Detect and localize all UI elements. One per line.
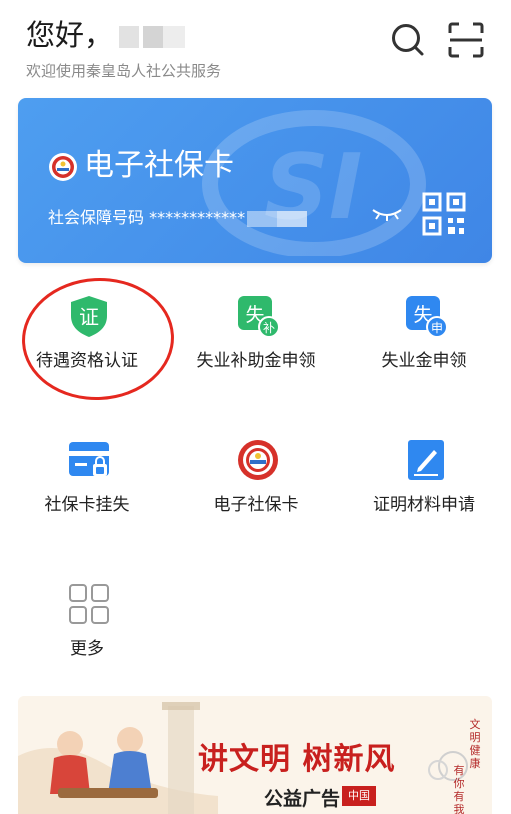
card-number-blur: [247, 210, 308, 227]
card-title: 电子社保卡: [84, 148, 234, 183]
card-lock-icon: [69, 442, 109, 476]
service-unemployment-benefit[interactable]: 失 申 失业金申领: [339, 294, 509, 404]
social-security-logo-icon: [49, 153, 77, 181]
header: 您好， 欢迎使用秦皇岛人社公共服务: [0, 0, 511, 90]
masked-username: [119, 26, 186, 48]
banner-vertical-text-2: 有你有我: [453, 764, 465, 814]
public-service-banner[interactable]: 讲文明 树新风 公益广告 中国 文明健康 有你有我: [18, 696, 492, 814]
si-watermark-icon: SI: [202, 110, 426, 256]
banner-slogan: 讲文明 树新风: [198, 742, 396, 777]
card-number: 社会保障号码 ************: [48, 204, 308, 228]
greeting-text: 您好，: [26, 18, 114, 52]
banner-china-mark: 中国: [342, 786, 376, 806]
welcome-subtitle: 欢迎使用秦皇岛人社公共服务: [26, 62, 222, 80]
scan-icon[interactable]: [446, 20, 486, 60]
subsidy-badge-text: 补: [263, 321, 275, 335]
qr-code-icon[interactable]: [422, 192, 466, 236]
service-label: 证明材料申请: [373, 495, 475, 515]
service-label: 电子社保卡: [213, 495, 299, 515]
banner-subtitle: 公益广告: [264, 788, 341, 810]
service-card-report-loss[interactable]: 社保卡挂失: [2, 438, 172, 548]
service-more[interactable]: 更多: [2, 582, 172, 692]
service-unemployment-subsidy[interactable]: 失 补 失业补助金申领: [171, 294, 341, 404]
service-certificate-request[interactable]: 证明材料申请: [339, 438, 509, 548]
service-label: 失业补助金申领: [196, 351, 316, 371]
unemployment-subsidy-icon: 失 补: [238, 296, 280, 338]
greeting: 您好，: [26, 16, 186, 54]
unemployment-benefit-icon: 失 申: [406, 296, 448, 338]
search-icon[interactable]: [388, 20, 428, 60]
service-electronic-card[interactable]: 电子社保卡: [171, 438, 341, 548]
card-number-masked: ************: [149, 208, 246, 227]
service-label: 失业金申领: [381, 351, 467, 371]
service-label: 社保卡挂失: [44, 495, 130, 515]
edit-document-icon: [408, 440, 444, 480]
benefit-badge-text: 申: [431, 321, 443, 335]
social-security-emblem-icon: [238, 440, 278, 480]
grid-more-icon: [69, 584, 109, 624]
eye-closed-icon[interactable]: [370, 206, 404, 222]
electronic-social-security-card[interactable]: SI 电子社保卡 社会保障号码 ************: [18, 98, 492, 263]
service-label: 更多: [70, 639, 104, 659]
card-number-label: 社会保障号码: [48, 208, 145, 227]
banner-vertical-text-1: 文明健康: [469, 718, 481, 770]
